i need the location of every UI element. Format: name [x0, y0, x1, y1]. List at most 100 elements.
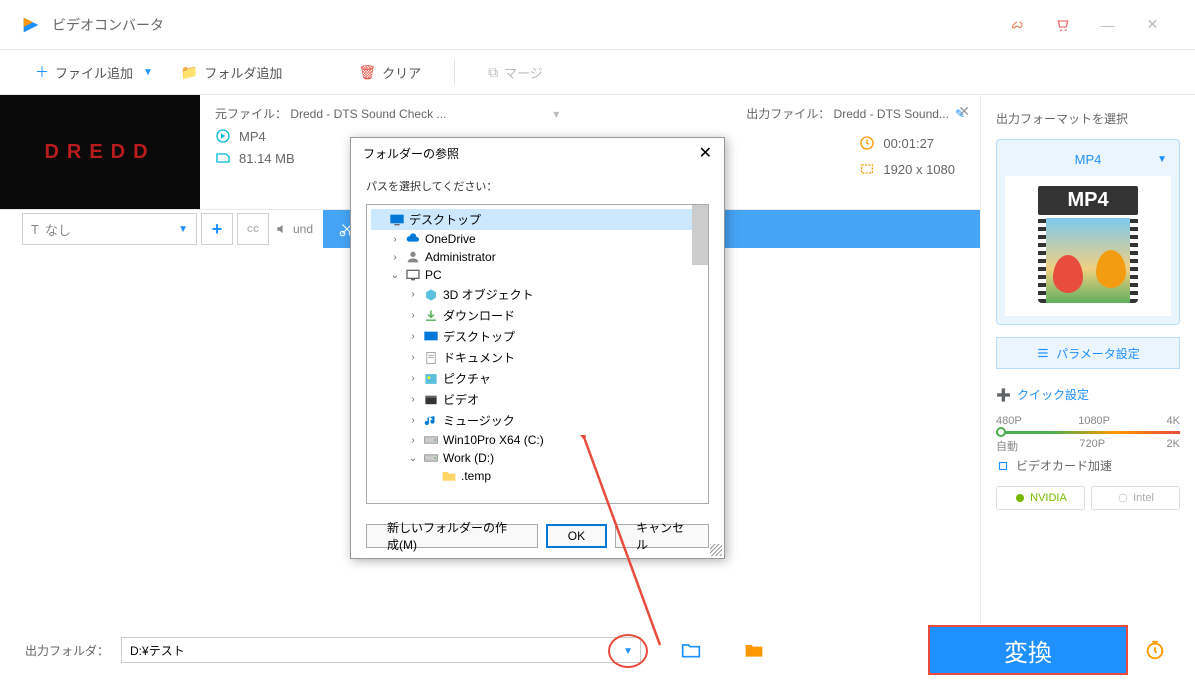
- expander-icon[interactable]: ›: [407, 373, 419, 384]
- source-dropdown-icon[interactable]: ▾: [553, 107, 559, 121]
- dropdown-icon[interactable]: ▼: [143, 67, 153, 78]
- tree-item[interactable]: .temp: [371, 467, 704, 485]
- output-file-label: 出力ファイル： Dredd - DTS Sound...: [746, 107, 949, 121]
- scrollbar[interactable]: [692, 205, 708, 265]
- tree-item[interactable]: › OneDrive: [371, 230, 704, 248]
- add-file-button[interactable]: ＋ ファイル追加 ▼: [25, 58, 163, 86]
- video-thumbnail[interactable]: DREDD: [0, 95, 200, 209]
- cloud-icon: [405, 232, 421, 246]
- desktop2-icon: [423, 330, 439, 344]
- format-selector[interactable]: MP4 ▼ MP4: [996, 139, 1180, 325]
- expander-icon[interactable]: ⌄: [389, 270, 401, 281]
- tree-item[interactable]: ›ミュージック: [371, 410, 704, 431]
- ok-button[interactable]: OK: [546, 524, 607, 548]
- add-file-label: ファイル追加: [55, 63, 133, 82]
- merge-label: マージ: [504, 63, 543, 82]
- format-icon: [215, 128, 231, 144]
- tree-item[interactable]: ›ピクチャ: [371, 368, 704, 389]
- subtitle-select[interactable]: T なし ▼: [22, 213, 197, 245]
- speaker-icon: [275, 222, 289, 236]
- expander-icon[interactable]: ›: [389, 252, 401, 263]
- tree-item[interactable]: ›デスクトップ: [371, 326, 704, 347]
- add-subtitle-button[interactable]: +: [201, 213, 233, 245]
- remove-file-button[interactable]: ✕: [958, 103, 970, 120]
- expander-icon[interactable]: ›: [407, 435, 419, 446]
- tree-label: ビデオ: [443, 391, 479, 408]
- add-folder-button[interactable]: 📁 フォルダ追加: [171, 59, 292, 86]
- tree-item[interactable]: › Administrator: [371, 248, 704, 266]
- intel-badge[interactable]: Intel: [1091, 486, 1180, 510]
- output-title: 出力フォーマットを選択: [996, 110, 1180, 127]
- file-size: 81.14 MB: [239, 151, 295, 166]
- open-output-button[interactable]: [741, 637, 767, 663]
- tree-label: 3D オブジェクト: [443, 286, 534, 303]
- tree-label: Administrator: [425, 250, 496, 264]
- music-icon: [423, 414, 439, 428]
- tree-item[interactable]: › ダウンロード: [371, 305, 704, 326]
- tree-item[interactable]: › 3D オブジェクト: [371, 284, 704, 305]
- quick-settings-title: ➕ クイック設定: [996, 386, 1180, 403]
- resolution: 1920 x 1080: [883, 162, 955, 177]
- expander-icon[interactable]: ›: [407, 394, 419, 405]
- output-folder-label: 出力フォルダ：: [25, 642, 109, 659]
- cart-icon[interactable]: [1040, 10, 1085, 40]
- output-panel: 出力フォーマットを選択 MP4 ▼ MP4 パラメータ設定 ➕: [980, 95, 1195, 645]
- expander-icon[interactable]: ›: [407, 331, 419, 342]
- doc-icon: [423, 351, 439, 365]
- tree-item[interactable]: ›Win10Pro X64 (C:): [371, 431, 704, 449]
- tree-item[interactable]: › ビデオ: [371, 389, 704, 410]
- parameter-settings-button[interactable]: パラメータ設定: [996, 337, 1180, 369]
- convert-button[interactable]: 変換: [928, 625, 1128, 675]
- file-format: MP4: [239, 129, 266, 144]
- tree-label: OneDrive: [425, 232, 476, 246]
- tree-item[interactable]: デスクトップ: [371, 209, 704, 230]
- nvidia-badge[interactable]: NVIDIA: [996, 486, 1085, 510]
- expander-icon[interactable]: ⌄: [407, 453, 419, 464]
- tree-label: ダウンロード: [443, 307, 515, 324]
- tree-item[interactable]: ⌄PC: [371, 266, 704, 284]
- expander-icon[interactable]: ›: [389, 234, 401, 245]
- source-file-label: 元ファイル： Dredd - DTS Sound Check ...: [215, 105, 446, 122]
- quality-slider[interactable]: 480P 1080P 4K 自動 720P 2K: [996, 415, 1180, 445]
- merge-icon: ⧉: [488, 64, 498, 81]
- resize-grip[interactable]: [710, 544, 722, 556]
- tree-item[interactable]: ›ドキュメント: [371, 347, 704, 368]
- audio-indicator[interactable]: und: [275, 222, 313, 236]
- drive-icon: [423, 451, 439, 465]
- download-icon: [423, 309, 439, 323]
- dropdown-icon: ▼: [178, 224, 188, 235]
- cancel-button[interactable]: キャンセル: [615, 524, 709, 548]
- close-button[interactable]: ✕: [1130, 10, 1175, 40]
- expander-icon[interactable]: ›: [407, 310, 419, 321]
- cc-button[interactable]: cc: [237, 213, 269, 245]
- folder-browse-dialog: フォルダーの参照 ✕ パスを選択してください： デスクトップ›OneDrive›…: [350, 137, 725, 559]
- dialog-prompt: パスを選択してください：: [366, 178, 709, 194]
- key-icon[interactable]: [995, 10, 1040, 40]
- expander-icon[interactable]: ›: [407, 415, 419, 426]
- merge-button[interactable]: ⧉ マージ: [478, 59, 553, 86]
- trash-icon: 🗑: [358, 64, 376, 81]
- 3d-icon: [423, 288, 439, 302]
- sliders-icon: [1036, 346, 1050, 360]
- folder-plus-icon: 📁: [181, 64, 198, 81]
- output-path-input[interactable]: D:¥テスト ▼: [121, 637, 641, 663]
- browse-folder-button[interactable]: [678, 637, 704, 663]
- expander-icon[interactable]: ›: [407, 352, 419, 363]
- folder-tree[interactable]: デスクトップ › OneDrive › Administrator ⌄PC › 3D オブジェ…: [366, 204, 709, 504]
- schedule-button[interactable]: [1140, 639, 1170, 661]
- folder-icon: [441, 469, 457, 483]
- expander-icon[interactable]: ›: [407, 289, 419, 300]
- tree-item[interactable]: ⌄ Work (D:): [371, 449, 704, 467]
- tree-label: Work (D:): [443, 451, 494, 465]
- add-folder-label: フォルダ追加: [204, 63, 282, 82]
- separator: [454, 60, 455, 84]
- clear-button[interactable]: 🗑 クリア: [348, 59, 431, 86]
- subtitle-value: なし: [45, 220, 71, 239]
- dropdown-icon[interactable]: ▼: [623, 646, 633, 657]
- user-icon: [405, 250, 421, 264]
- minimize-button[interactable]: —: [1085, 10, 1130, 40]
- titlebar: ビデオコンバータ — ✕: [0, 0, 1195, 50]
- dialog-close-button[interactable]: ✕: [699, 143, 712, 163]
- new-folder-button[interactable]: 新しいフォルダーの作成(M): [366, 524, 538, 548]
- clock-icon: [859, 135, 875, 151]
